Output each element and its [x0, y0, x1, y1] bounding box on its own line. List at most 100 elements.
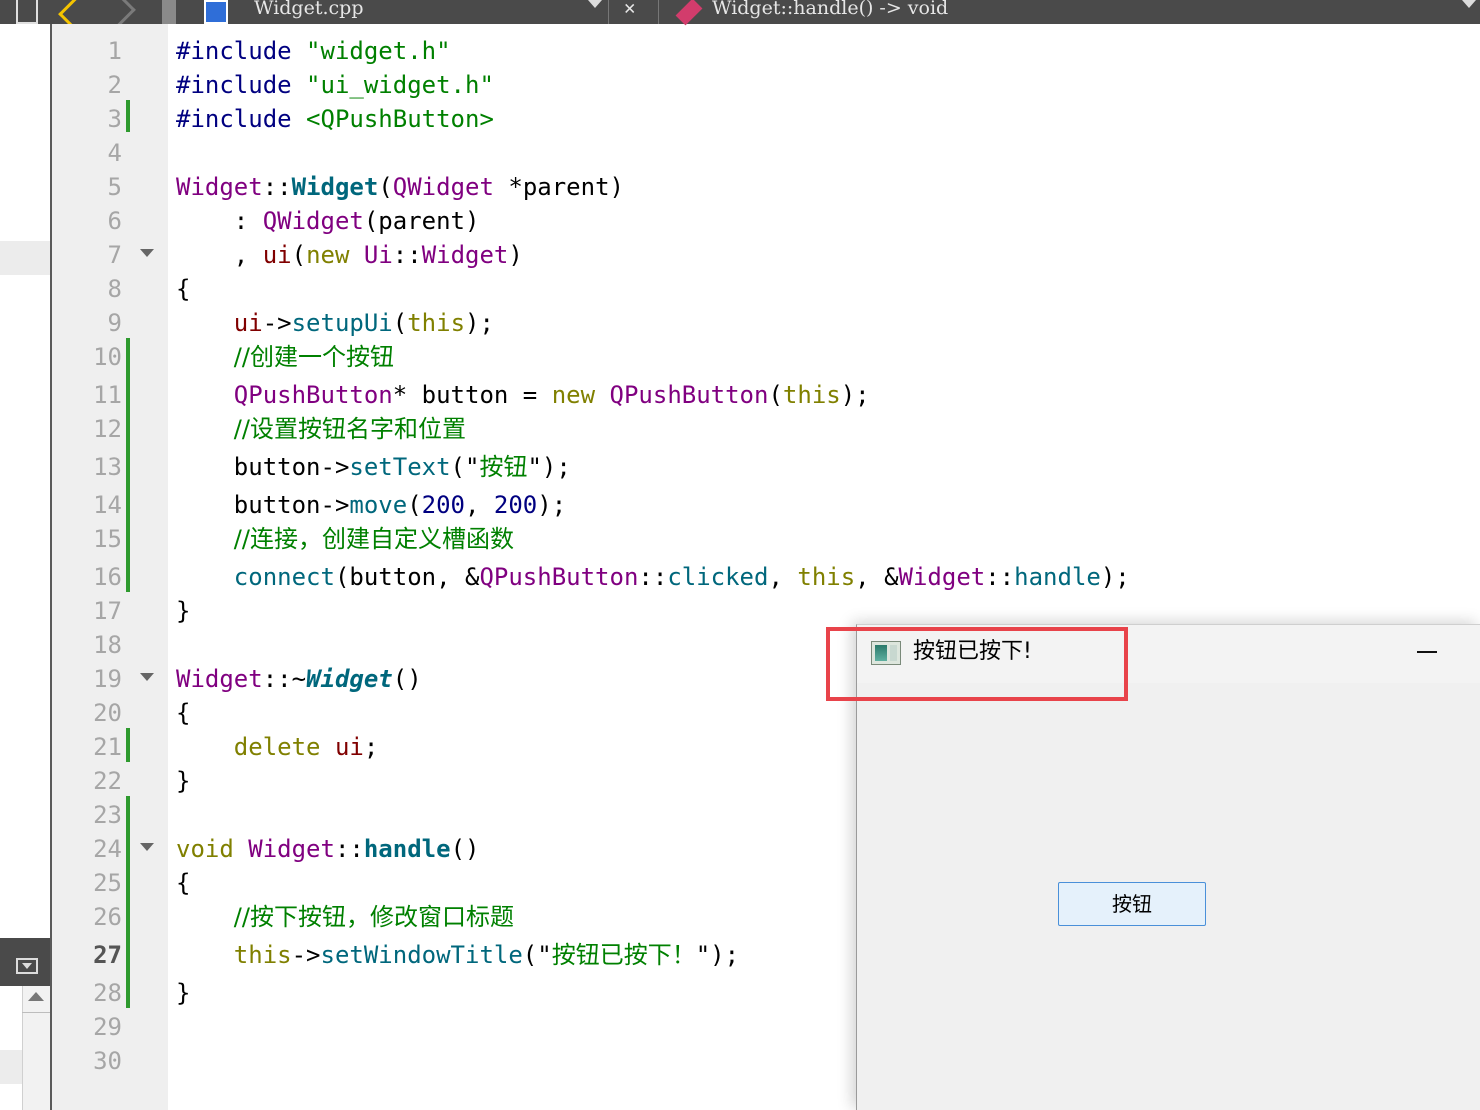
- modified-line-marker: [126, 100, 130, 132]
- line-number: 15: [93, 525, 122, 553]
- code-line[interactable]: {: [176, 274, 190, 304]
- code-line[interactable]: button->setText("按钮");: [176, 452, 571, 482]
- code-line[interactable]: //连接，创建自定义槽函数: [176, 524, 514, 554]
- lock-icon: [162, 0, 176, 24]
- symbol-selector[interactable]: Widget::handle() -> void: [712, 0, 948, 24]
- cpp-file-icon: [204, 0, 228, 24]
- line-number: 12: [93, 415, 122, 443]
- code-line[interactable]: //按下按钮，修改窗口标题: [176, 902, 514, 932]
- close-document-icon[interactable]: ✕: [624, 0, 635, 24]
- toolbar-divider: [658, 0, 659, 24]
- toggle-sidebar-icon[interactable]: [16, 0, 38, 24]
- token: );: [465, 309, 494, 337]
- token-function: handle: [363, 835, 451, 863]
- line-number: 19: [93, 665, 122, 693]
- push-button[interactable]: 按钮: [1058, 882, 1206, 926]
- code-line[interactable]: button->move(200, 200);: [176, 490, 566, 520]
- code-line[interactable]: #include "ui_widget.h": [176, 70, 494, 100]
- token-comment: //设置按钮名字和位置: [233, 415, 466, 443]
- token-keyword: void: [176, 835, 234, 863]
- code-line[interactable]: void Widget::handle(): [176, 834, 479, 864]
- token: }: [176, 767, 191, 795]
- token: }: [176, 979, 191, 1007]
- code-line[interactable]: #include "widget.h": [176, 36, 451, 66]
- code-line[interactable]: Widget::Widget(QWidget *parent): [176, 172, 624, 202]
- line-number: 30: [93, 1047, 122, 1075]
- toggle-output-pane-icon[interactable]: [16, 958, 38, 974]
- token: ::: [392, 241, 422, 269]
- token-member: ui: [262, 241, 292, 269]
- line-number: 22: [93, 767, 122, 795]
- token: * button =: [392, 381, 552, 409]
- line-number: 6: [107, 207, 122, 235]
- line-number: 18: [93, 631, 122, 659]
- chevron-down-icon[interactable]: [588, 0, 602, 24]
- token: (: [291, 241, 307, 269]
- token: (button, &: [334, 563, 480, 591]
- token-number: 200: [421, 491, 465, 519]
- code-line[interactable]: ui->setupUi(this);: [176, 308, 494, 338]
- token: (: [768, 381, 783, 409]
- token: ::~: [262, 665, 307, 693]
- token-number: 200: [493, 491, 538, 519]
- code-line[interactable]: QPushButton* button = new QPushButton(th…: [176, 380, 870, 410]
- code-line[interactable]: , ui(new Ui::Widget): [176, 240, 523, 270]
- token: ::: [334, 835, 364, 863]
- token-member: ui: [334, 733, 364, 761]
- minimize-icon[interactable]: [1417, 651, 1437, 653]
- code-line[interactable]: }: [176, 766, 190, 796]
- side-scrollbar[interactable]: [22, 986, 50, 1110]
- code-line[interactable]: : QWidget(parent): [176, 206, 480, 236]
- code-line[interactable]: this->setWindowTitle("按钮已按下！");: [176, 940, 739, 970]
- token-string: "widget.h": [306, 37, 451, 65]
- token-keyword: this: [233, 941, 292, 969]
- token: ::: [638, 563, 668, 591]
- code-line[interactable]: }: [176, 596, 190, 626]
- code-line[interactable]: Widget::~Widget(): [176, 664, 422, 694]
- code-line[interactable]: //设置按钮名字和位置: [176, 414, 466, 444]
- side-pane-row[interactable]: [0, 1050, 22, 1084]
- forward-arrow-icon[interactable]: [106, 0, 136, 27]
- token-function: setText: [349, 453, 451, 481]
- token-function: connect: [233, 563, 335, 591]
- line-number: 16: [93, 563, 122, 591]
- fold-arrow-icon[interactable]: [140, 249, 154, 257]
- token: ,: [465, 491, 494, 519]
- modified-line-marker: [126, 728, 130, 762]
- fold-arrow-icon[interactable]: [140, 843, 154, 851]
- chevron-down-icon[interactable]: [1462, 0, 1476, 24]
- open-file-selector[interactable]: Widget.cpp: [254, 0, 363, 24]
- scroll-up-arrow-icon[interactable]: [28, 992, 44, 1001]
- token: (": [522, 941, 552, 969]
- token-type: Widget: [176, 173, 263, 201]
- code-line[interactable]: }: [176, 978, 190, 1008]
- code-line[interactable]: {: [176, 868, 190, 898]
- fold-arrow-icon[interactable]: [140, 673, 154, 681]
- token-type: Widget: [176, 665, 263, 693]
- token-type: Widget: [248, 835, 335, 863]
- code-line[interactable]: {: [176, 698, 190, 728]
- code-line[interactable]: #include <QPushButton>: [176, 104, 494, 134]
- back-arrow-icon[interactable]: [58, 0, 88, 27]
- token-function: setupUi: [291, 309, 393, 337]
- code-line[interactable]: delete ui;: [176, 732, 379, 762]
- line-number: 1: [107, 37, 122, 65]
- side-pane-selected-row[interactable]: [0, 241, 50, 275]
- token-type: QWidget: [392, 173, 494, 201]
- token: ;: [363, 733, 379, 761]
- code-line[interactable]: connect(button, &QPushButton::clicked, t…: [176, 562, 1130, 592]
- symbol-method-icon: [675, 0, 703, 26]
- token: (: [407, 491, 422, 519]
- line-number: 11: [93, 381, 122, 409]
- line-number: 4: [107, 139, 122, 167]
- line-number: 29: [93, 1013, 122, 1041]
- line-number: 8: [107, 275, 122, 303]
- code-line[interactable]: //创建一个按钮: [176, 342, 394, 372]
